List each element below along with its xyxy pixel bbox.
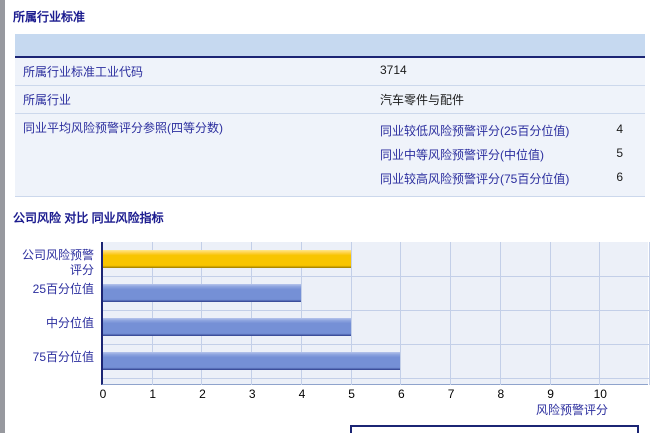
x-tick-label: 5 — [348, 387, 355, 401]
gridline — [103, 378, 650, 379]
table-row: 所属行业标准工业代码 3714 — [15, 58, 645, 86]
x-tick-label: 0 — [99, 387, 107, 401]
section-title-risk-comparison: 公司风险 对比 同业风险指标 — [13, 211, 164, 225]
industry-standard-table: 所属行业标准工业代码 3714 所属行业 汽车零件与配件 同业平均风险预警评分参… — [15, 34, 645, 197]
report-page: 所属行业标准 所属行业标准工业代码 3714 所属行业 汽车零件与配件 同业平均… — [5, 0, 669, 433]
risk-comparison-chart: 公司风险预警评分 25百分位值中分位值 75百分位值 0 1 2 3 4 5 6 7 8 9 10 风险… — [15, 242, 669, 433]
sub-value-p25: 4 — [616, 122, 623, 136]
gridline — [450, 242, 452, 385]
category-label: 25百分位值 — [32, 282, 94, 296]
row-label-industry: 所属行业 — [23, 93, 72, 107]
list-item: 同业较高风险预警评分(75百分位值) 6 — [380, 167, 637, 191]
chart-y-axis-labels: 公司风险预警评分 25百分位值中分位值 75百分位值 — [15, 242, 101, 385]
sub-label-p75: 同业较高风险预警评分(75百分位值) — [380, 172, 570, 186]
table-row: 所属行业 汽车零件与配件 — [15, 86, 645, 114]
x-tick-label: 4 — [298, 387, 306, 401]
gridline — [103, 276, 650, 277]
row-value-industry: 汽车零件与配件 — [380, 93, 465, 107]
x-tick-label: 7 — [447, 387, 455, 401]
list-item: 同业较低风险预警评分(25百分位值) 4 — [380, 119, 637, 143]
gridline — [103, 344, 650, 345]
gridline — [599, 242, 601, 385]
row-value-industry-code: 3714 — [380, 63, 407, 77]
chart-x-axis-ticks: 0 1 2 3 4 5 6 7 8 9 10 — [99, 385, 650, 401]
sub-label-median: 同业中等风险预警评分(中位值) — [380, 148, 544, 162]
category-label: 75百分位值 — [32, 350, 94, 364]
section-title-industry-standard: 所属行业标准 — [13, 10, 86, 24]
gridline — [103, 310, 650, 311]
sub-label-p25: 同业较低风险预警评分(25百分位值) — [380, 124, 570, 138]
chart-legend: 特思通管路技术（苏州）有限公司 行业 — [350, 425, 640, 433]
x-tick-label: 6 — [398, 387, 405, 401]
chart-x-axis-title: 风险预警评分 — [535, 403, 608, 417]
plot-area — [101, 242, 650, 385]
x-tick-label: 9 — [547, 387, 554, 401]
table-row: 同业平均风险预警评分参照(四等分数) 同业较低风险预警评分(25百分位值) 4 … — [15, 114, 645, 197]
x-tick-label: 2 — [199, 387, 206, 401]
peer-score-sublist: 同业较低风险预警评分(25百分位值) 4 同业中等风险预警评分(中位值) 5 同… — [380, 119, 637, 191]
gridline — [400, 242, 402, 385]
bar-industry — [103, 318, 351, 336]
x-tick-label: 3 — [248, 387, 256, 401]
category-label: 中分位值 — [45, 316, 94, 330]
x-tick-label: 1 — [149, 387, 157, 401]
sub-value-p75: 6 — [616, 170, 623, 184]
x-tick-label: 8 — [497, 387, 505, 401]
gridline — [649, 242, 650, 385]
category-label: 公司风险预警评分 — [21, 248, 94, 277]
x-tick-label: 10 — [593, 387, 607, 401]
sub-value-median: 5 — [616, 146, 623, 160]
list-item: 同业中等风险预警评分(中位值) 5 — [380, 143, 637, 167]
row-label-peer-average: 同业平均风险预警评分参照(四等分数) — [23, 121, 223, 135]
left-edge-strip — [0, 0, 5, 433]
gridline — [549, 242, 551, 385]
table-header-band — [15, 34, 645, 58]
bar-company — [103, 250, 351, 268]
gridline — [499, 242, 501, 385]
bar-industry — [103, 352, 401, 370]
bar-industry — [103, 284, 301, 302]
row-label-industry-code: 所属行业标准工业代码 — [23, 65, 144, 79]
